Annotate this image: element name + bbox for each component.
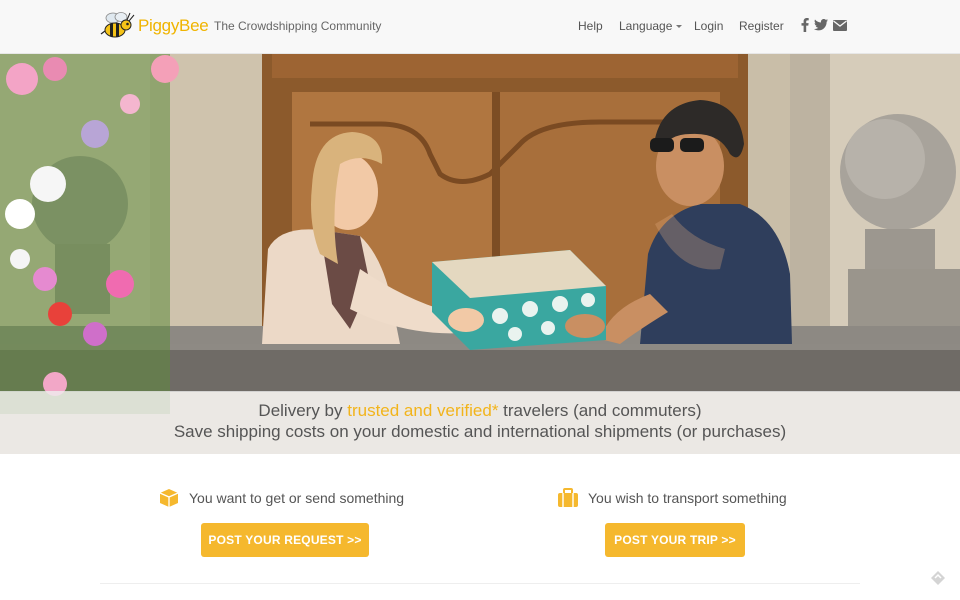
traveler-label: You wish to transport something [588,490,787,506]
hero-headline: Delivery by trusted and verified* travel… [0,401,960,421]
nav-register-link[interactable]: Register [739,19,784,33]
facebook-icon[interactable] [797,17,813,33]
hero-headline-suffix: travelers (and commuters) [498,401,702,420]
traveler-section: You wish to transport something [557,488,787,508]
brand-logo-link[interactable]: PiggyBee [100,6,209,46]
navbar: PiggyBee The Crowdshipping Community Hel… [0,0,960,54]
tagline: The Crowdshipping Community [214,19,382,33]
post-request-button[interactable]: POST YOUR REQUEST >> [201,523,369,557]
nav-help-link[interactable]: Help [578,19,603,33]
sender-section: You want to get or send something [158,488,404,508]
hero-caption: Delivery by trusted and verified* travel… [0,391,960,454]
nav-login-link[interactable]: Login [694,19,723,33]
bee-logo-icon [100,9,136,43]
twitter-icon[interactable] [813,17,829,33]
corner-badge-icon[interactable] [930,570,946,586]
hero-headline-highlight: trusted and verified* [347,401,499,420]
hero-subheadline: Save shipping costs on your domestic and… [173,422,787,441]
box-icon [158,488,180,508]
hero-headline-prefix: Delivery by [258,401,348,420]
post-trip-button[interactable]: POST YOUR TRIP >> [605,523,745,557]
envelope-icon[interactable] [832,17,848,33]
sender-label: You want to get or send something [189,490,405,506]
hero-banner: Delivery by trusted and verified* travel… [0,54,960,454]
nav-language-dropdown[interactable]: Language [619,19,683,33]
section-divider [100,583,860,584]
suitcase-icon [557,488,579,508]
caret-down-icon [676,25,683,28]
nav-language-label: Language [619,19,673,33]
brand-name: PiggyBee [138,16,209,35]
